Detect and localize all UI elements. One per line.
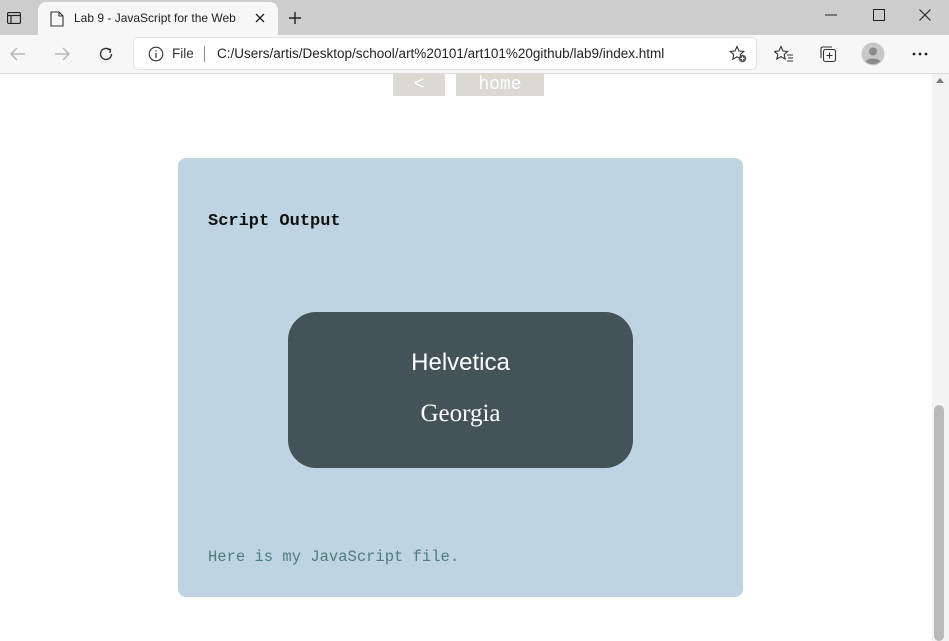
close-window-icon[interactable] bbox=[902, 0, 948, 30]
scheme-label: File bbox=[172, 46, 194, 61]
vertical-scrollbar[interactable] bbox=[932, 74, 949, 641]
plus-icon[interactable] bbox=[284, 7, 306, 29]
tab-title: Lab 9 - JavaScript for the Web bbox=[74, 11, 236, 25]
home-nav-button[interactable]: home bbox=[456, 74, 544, 96]
card-footer-text: Here is my JavaScript file. bbox=[208, 548, 460, 566]
browser-toolbar: File C:/Users/artis/Desktop/school/art%2… bbox=[0, 35, 949, 74]
back-nav-button[interactable]: < bbox=[393, 74, 445, 96]
collections-icon[interactable] bbox=[815, 41, 841, 67]
font-sample-helvetica: Helvetica bbox=[411, 349, 510, 376]
more-icon[interactable] bbox=[907, 41, 933, 67]
script-output-card: Script Output Helvetica Georgia Here is … bbox=[178, 158, 743, 597]
favorite-add-icon[interactable] bbox=[728, 44, 748, 64]
info-icon[interactable] bbox=[148, 46, 164, 62]
browser-tab[interactable]: Lab 9 - JavaScript for the Web bbox=[38, 2, 278, 35]
back-arrow-icon[interactable] bbox=[5, 41, 31, 67]
font-sample-box: Helvetica Georgia bbox=[288, 312, 633, 468]
url-text[interactable]: C:/Users/artis/Desktop/school/art%20101/… bbox=[217, 46, 664, 61]
font-sample-georgia: Georgia bbox=[420, 400, 501, 427]
profile-icon[interactable] bbox=[860, 41, 886, 67]
tab-actions-icon[interactable] bbox=[4, 8, 24, 28]
scroll-thumb[interactable] bbox=[934, 405, 944, 641]
minimize-icon[interactable] bbox=[808, 0, 854, 30]
page-viewport: < home Script Output Helvetica Georgia H… bbox=[0, 74, 932, 641]
maximize-icon[interactable] bbox=[856, 0, 902, 30]
favorites-icon[interactable] bbox=[771, 41, 797, 67]
address-separator bbox=[204, 46, 205, 62]
refresh-icon[interactable] bbox=[93, 41, 119, 67]
card-title: Script Output bbox=[208, 212, 341, 231]
page-icon bbox=[50, 11, 64, 27]
close-icon[interactable] bbox=[252, 10, 268, 26]
tab-strip: Lab 9 - JavaScript for the Web bbox=[0, 0, 949, 35]
forward-arrow-icon[interactable] bbox=[49, 41, 75, 67]
address-bar[interactable]: File C:/Users/artis/Desktop/school/art%2… bbox=[134, 38, 756, 69]
scroll-up-arrow-icon[interactable] bbox=[936, 78, 944, 83]
